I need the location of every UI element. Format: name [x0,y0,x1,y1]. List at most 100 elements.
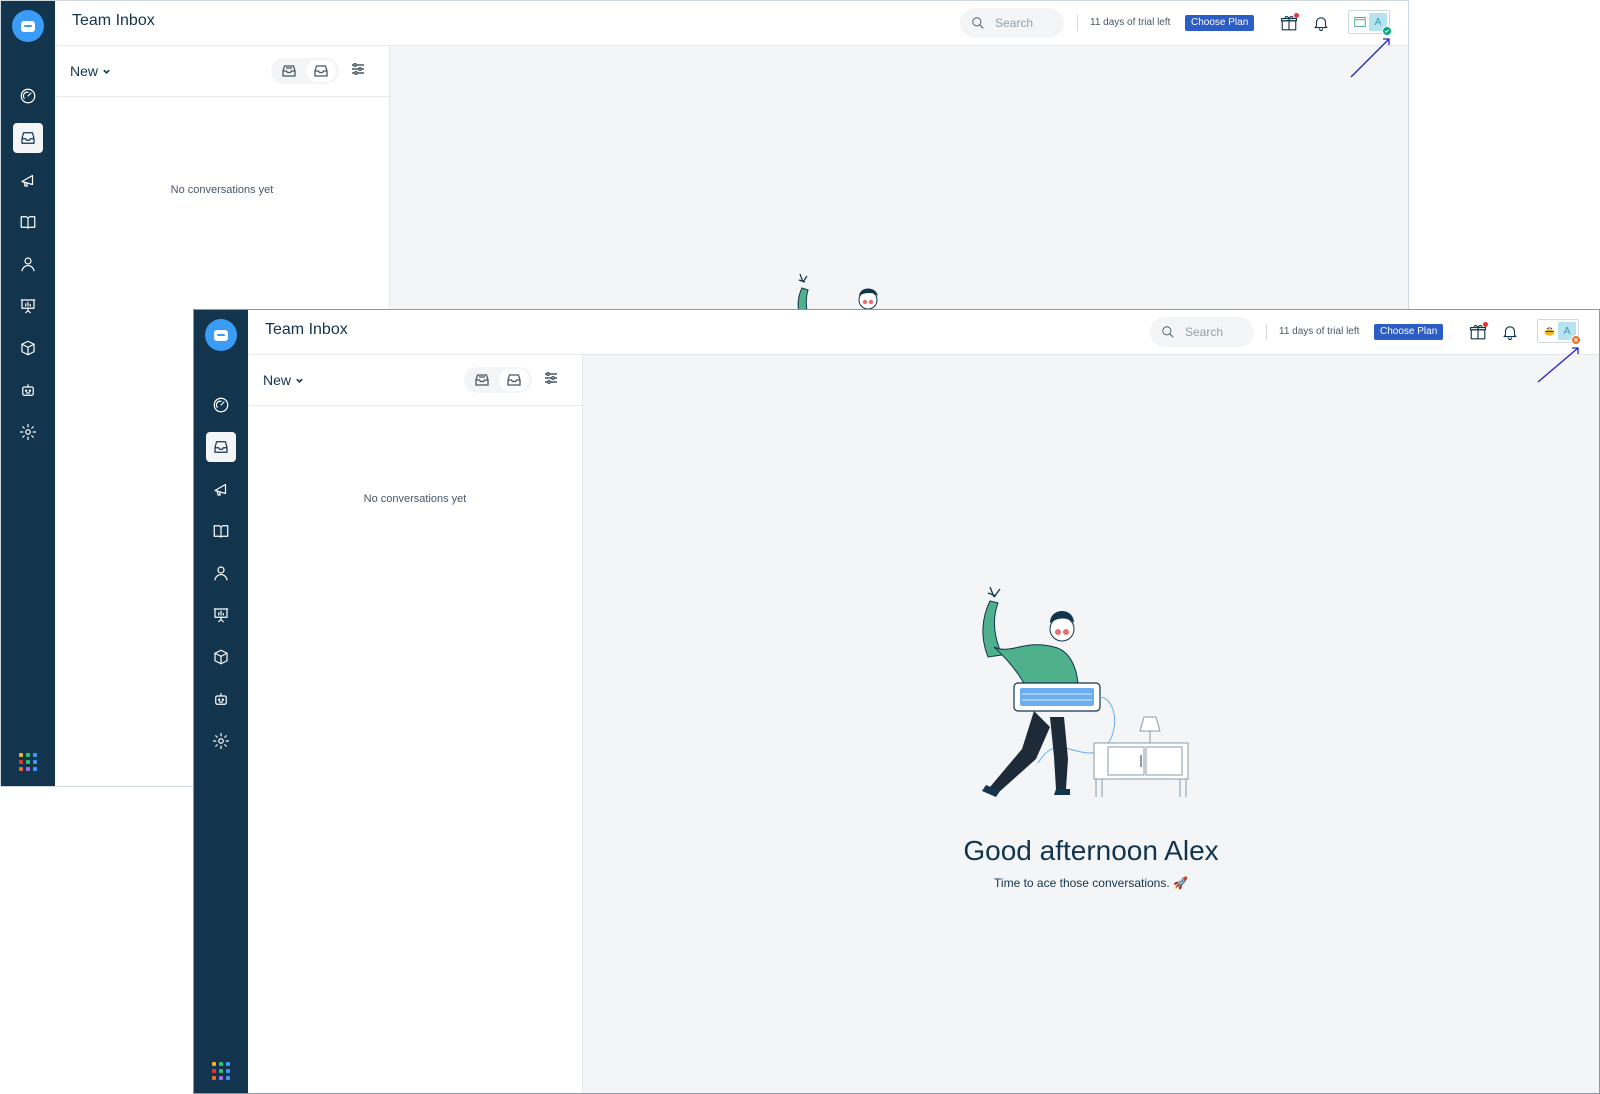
conversation-list-header: New [55,46,389,97]
search-input[interactable]: Search [1150,317,1254,347]
header-divider [1266,324,1267,340]
inbox-cards-icon [282,65,296,77]
list-settings-button[interactable] [351,62,365,76]
search-input[interactable]: Search [960,8,1064,38]
notification-dot [1483,322,1488,327]
person-icon [214,566,228,581]
filter-dropdown[interactable]: New [70,63,111,79]
sidebar-item-inbox[interactable] [206,432,236,462]
sidebar-item-knowledge-base[interactable] [13,207,43,237]
inbox-icon [214,441,228,453]
filter-label: New [263,372,292,388]
sidebar-item-bots[interactable] [13,375,43,405]
conversation-list: New No conversations yet [248,355,583,1093]
inbox-tray-icon [314,65,328,77]
empty-state-text: No conversations yet [170,184,274,196]
chat-bubble-icon [21,20,35,32]
sidebar [194,310,248,1093]
sidebar-item-analytics[interactable] [206,600,236,630]
bell-icon [1314,17,1328,31]
welcome-illustration [982,586,1189,797]
chevron-down-icon [103,69,110,74]
chat-bubble-icon [214,329,228,341]
page-title: Team Inbox [265,321,348,338]
sidebar-item-products[interactable] [206,642,236,672]
gear-icon [212,732,230,750]
greeting-subtitle: Time to ace those conversations. 🚀 [994,876,1188,890]
filter-dropdown[interactable]: New [263,372,304,388]
choose-plan-button[interactable]: Choose Plan [1374,324,1444,340]
sidebar-item-analytics[interactable] [13,291,43,321]
greeting-title: Good afternoon Alex [963,835,1219,866]
speedometer-icon [213,397,229,413]
gift-button[interactable] [1469,322,1488,341]
presentation-chart-icon [213,608,229,623]
foreground-window: Team Inbox Search 11 days of trial left … [193,309,1600,1094]
megaphone-icon [21,174,34,187]
sidebar-item-settings[interactable] [13,417,43,447]
trial-text: 11 days of trial left [1279,326,1360,337]
sidebar-item-dashboard[interactable] [206,390,236,420]
sidebar-item-contacts[interactable] [13,249,43,279]
search-icon [972,17,984,29]
sidebar-item-bots[interactable] [206,684,236,714]
inbox-tray-icon [507,374,521,386]
view-toggle [464,367,532,393]
table-view-button[interactable] [306,60,336,82]
gift-button[interactable] [1280,13,1299,32]
inbox-cards-icon [475,374,489,386]
person-icon [21,257,35,272]
avatar[interactable]: A [1558,322,1581,345]
avatar[interactable]: A [1369,13,1392,36]
search-icon [1162,326,1174,338]
speedometer-icon [20,88,36,104]
workspace-logo-icon [1540,322,1558,340]
sliders-icon [545,372,557,384]
top-header: Team Inbox Search 11 days of trial left … [55,1,1408,46]
avatar-initial: A [1563,325,1571,337]
app-grid-icon[interactable] [19,753,37,771]
bot-icon [22,384,34,396]
avatar-initial: A [1374,16,1382,28]
sidebar-item-dashboard[interactable] [13,81,43,111]
search-placeholder: Search [995,16,1034,30]
bell-icon [1503,326,1517,340]
empty-state-text: No conversations yet [363,493,467,505]
card-view-button[interactable] [274,60,304,82]
sidebar-item-settings[interactable] [206,726,236,756]
sidebar-item-products[interactable] [13,333,43,363]
sidebar-item-inbox[interactable] [13,123,43,153]
table-view-button[interactable] [499,369,529,391]
book-icon [213,525,229,538]
bot-icon [215,693,227,705]
filter-label: New [70,63,99,79]
chevron-down-icon [296,378,303,383]
sidebar-item-campaigns[interactable] [206,474,236,504]
notifications-button[interactable] [1501,323,1519,341]
list-settings-button[interactable] [544,371,558,385]
cube-icon [21,340,35,356]
book-icon [20,216,36,229]
top-header: Team Inbox Search 11 days of trial left … [248,310,1599,355]
notifications-button[interactable] [1312,14,1330,32]
main-panel: Good afternoon Alex Time to ace those co… [583,355,1599,1093]
megaphone-icon [214,483,227,496]
app-logo[interactable] [205,319,237,351]
inbox-icon [21,132,35,144]
card-view-button[interactable] [467,369,497,391]
conversation-list-header: New [248,355,582,406]
sidebar-item-knowledge-base[interactable] [206,516,236,546]
sidebar-item-contacts[interactable] [206,558,236,588]
browser-window-icon [1351,13,1369,31]
gear-icon [19,423,37,441]
trial-text: 11 days of trial left [1090,17,1171,28]
notification-dot [1294,13,1299,18]
view-toggle [271,58,339,84]
annotation-arrow [1537,347,1579,383]
app-grid-icon[interactable] [212,1062,230,1080]
sidebar-item-campaigns[interactable] [13,165,43,195]
search-placeholder: Search [1185,325,1224,339]
cube-icon [214,649,228,665]
choose-plan-button[interactable]: Choose Plan [1185,15,1255,31]
app-logo[interactable] [12,10,44,42]
